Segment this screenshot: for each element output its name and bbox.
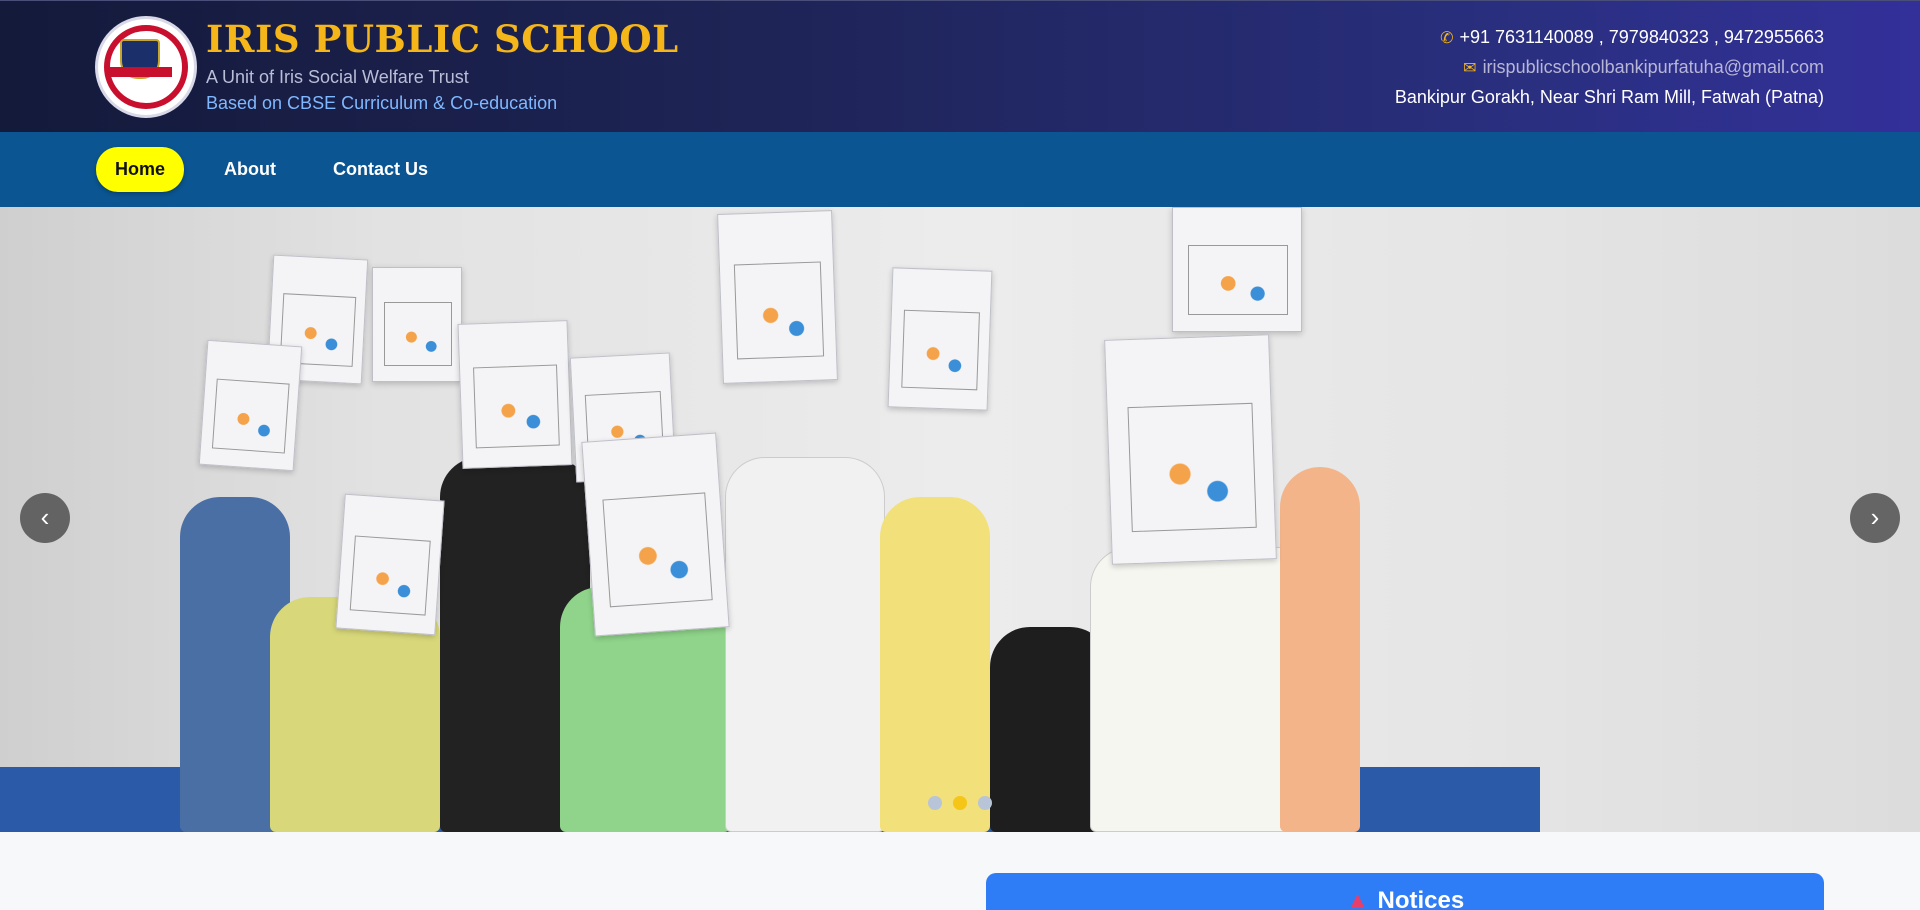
chevron-right-icon: ›	[1870, 502, 1880, 532]
drawing-sheet	[335, 493, 445, 636]
phone-icon: ✆	[1440, 30, 1454, 47]
notices-title: Notices	[1377, 887, 1465, 910]
megaphone-icon: ▲	[1345, 887, 1370, 910]
notices-panel: ▲ Notices	[986, 873, 1824, 910]
drawing-sheet	[457, 320, 573, 469]
carousel-prev-button[interactable]: ‹	[20, 493, 70, 543]
mail-icon: ✉	[1463, 60, 1477, 77]
drawing-sheet	[1104, 334, 1277, 565]
nav-home[interactable]: Home	[96, 147, 184, 192]
carousel-next-button[interactable]: ›	[1850, 493, 1900, 543]
site-header: IRIS PUBLIC SCHOOL A Unit of Iris Social…	[0, 0, 1920, 132]
child-figure	[880, 497, 990, 832]
child-figure	[725, 457, 885, 832]
drawing-sheet	[1172, 207, 1302, 332]
carousel-indicator-3[interactable]	[978, 796, 992, 810]
school-logo[interactable]	[95, 16, 197, 118]
child-figure	[1280, 467, 1360, 832]
drawing-sheet	[372, 267, 462, 382]
drawing-sheet	[717, 210, 838, 384]
main-navigation: Home About Contact Us	[0, 132, 1920, 207]
notices-header: ▲ Notices	[986, 887, 1824, 910]
email-address[interactable]: irispublicschoolbankipurfatuha@gmail.com	[1483, 57, 1824, 77]
nav-contact-us[interactable]: Contact Us	[333, 147, 428, 192]
carousel-indicator-1[interactable]	[928, 796, 942, 810]
logo-banner	[108, 67, 172, 77]
school-name: IRIS PUBLIC SCHOOL	[206, 17, 679, 61]
school-subtitle-curriculum: Based on CBSE Curriculum & Co-education	[206, 93, 558, 113]
drawing-sheet	[887, 267, 993, 411]
phone-numbers: +91 7631140089 , 7979840323 , 9472955663	[1459, 27, 1824, 47]
contact-email[interactable]: ✉ irispublicschoolbankipurfatuha@gmail.co…	[1463, 57, 1824, 78]
hero-carousel: ‹ ›	[0, 207, 1920, 832]
contact-address: Bankipur Gorakh, Near Shri Ram Mill, Fat…	[1394, 87, 1824, 107]
carousel-indicator-2[interactable]	[953, 796, 967, 810]
nav-about[interactable]: About	[224, 147, 276, 192]
drawing-sheet	[198, 339, 303, 472]
drawing-sheet	[581, 432, 730, 637]
school-subtitle-trust: A Unit of Iris Social Welfare Trust	[206, 67, 469, 87]
chevron-left-icon: ‹	[40, 502, 50, 532]
contact-phone: ✆ +91 7631140089 , 7979840323 , 947295566…	[1440, 27, 1824, 48]
